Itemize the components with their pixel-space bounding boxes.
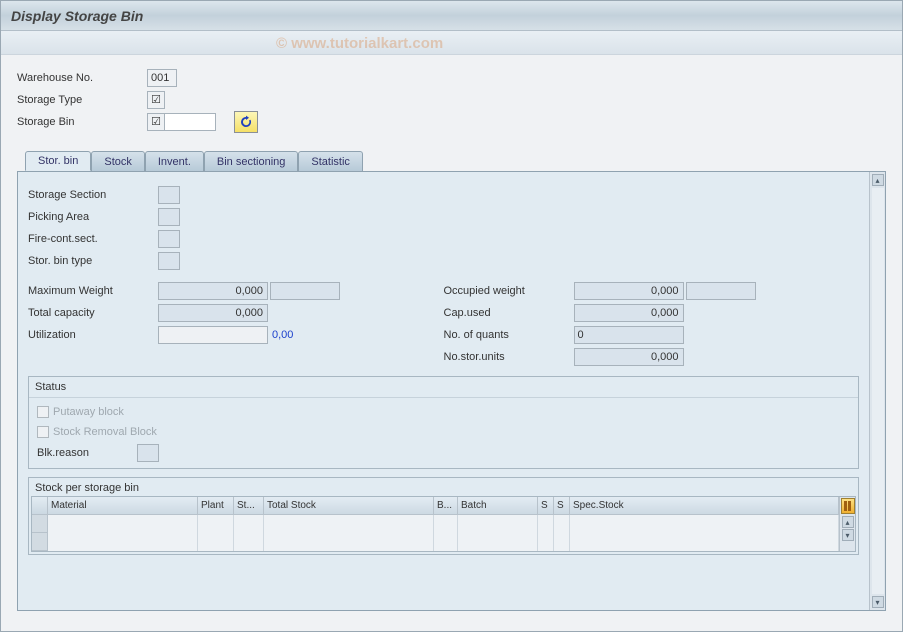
storage-bin-label: Storage Bin xyxy=(17,116,147,128)
content-area: Warehouse No. 001 Storage Type ☑ Storage… xyxy=(1,55,902,611)
row-selector[interactable] xyxy=(32,515,47,533)
stock-removal-label: Stock Removal Block xyxy=(53,426,157,438)
storage-type-field[interactable]: ☑ xyxy=(147,91,165,109)
warehouse-field[interactable]: 001 xyxy=(147,69,177,87)
scroll-track[interactable] xyxy=(872,188,884,594)
col-plant[interactable]: Plant xyxy=(198,497,234,515)
stor-bin-type-label: Stor. bin type xyxy=(28,255,158,267)
picking-area-label: Picking Area xyxy=(28,211,158,223)
cap-used-label: Cap.used xyxy=(444,307,574,319)
row-selector[interactable] xyxy=(32,533,47,551)
occupied-weight-field[interactable]: 0,000 xyxy=(574,282,684,300)
tab-statistic[interactable]: Statistic xyxy=(298,151,363,171)
blk-reason-field[interactable] xyxy=(137,444,159,462)
stock-table-title: Stock per storage bin xyxy=(31,480,856,496)
fire-cont-label: Fire-cont.sect. xyxy=(28,233,158,245)
putaway-checkbox xyxy=(37,406,49,418)
total-capacity-field[interactable]: 0,000 xyxy=(158,304,268,322)
col-material[interactable]: Material xyxy=(48,497,198,515)
tab-panel: Storage Section Picking Area Fire-cont.s… xyxy=(17,171,886,611)
tab-container: Stor. bin Stock Invent. Bin sectioning S… xyxy=(17,151,886,611)
warehouse-label: Warehouse No. xyxy=(17,72,147,84)
utilization-bar xyxy=(158,326,268,344)
refresh-button[interactable] xyxy=(234,111,258,133)
col-batch[interactable]: Batch xyxy=(458,497,538,515)
status-title: Status xyxy=(29,377,858,398)
col-total-stock[interactable]: Total Stock xyxy=(264,497,434,515)
stock-removal-checkbox xyxy=(37,426,49,438)
tab-strip: Stor. bin Stock Invent. Bin sectioning S… xyxy=(25,151,886,171)
col-st[interactable]: St... xyxy=(234,497,264,515)
table-scroll-up[interactable]: ▴ xyxy=(842,516,854,528)
no-stor-units-label: No.stor.units xyxy=(444,351,574,363)
panel-scrollbar[interactable]: ▴ ▾ xyxy=(869,172,885,610)
putaway-label: Putaway block xyxy=(53,406,124,418)
panel-content: Storage Section Picking Area Fire-cont.s… xyxy=(18,172,869,610)
col-s1[interactable]: S xyxy=(538,497,554,515)
row-selector-column xyxy=(32,497,48,551)
stor-bin-type-field[interactable] xyxy=(158,252,180,270)
col-b[interactable]: B... xyxy=(434,497,458,515)
scroll-down-button[interactable]: ▾ xyxy=(872,596,884,608)
utilization-value: 0,00 xyxy=(272,329,293,341)
max-weight-field[interactable]: 0,000 xyxy=(158,282,268,300)
storage-bin-field[interactable] xyxy=(164,113,216,131)
max-weight-label: Maximum Weight xyxy=(28,285,158,297)
titlebar: Display Storage Bin xyxy=(1,1,902,31)
cap-used-field[interactable]: 0,000 xyxy=(574,304,684,322)
blk-reason-label: Blk.reason xyxy=(37,447,137,459)
toolbar xyxy=(1,31,902,55)
stock-table: Material Plant St... Total Stock B... Ba… xyxy=(31,496,856,552)
app-window: Display Storage Bin © www.tutorialkart.c… xyxy=(0,0,903,632)
table-row xyxy=(48,515,839,533)
col-spec-stock[interactable]: Spec.Stock xyxy=(570,497,839,515)
storage-bin-check[interactable]: ☑ xyxy=(147,113,165,131)
max-weight-unit[interactable] xyxy=(270,282,340,300)
table-row xyxy=(48,533,839,551)
page-title: Display Storage Bin xyxy=(11,8,143,24)
tab-stock[interactable]: Stock xyxy=(91,151,145,171)
utilization-label: Utilization xyxy=(28,329,158,341)
picking-area-field[interactable] xyxy=(158,208,180,226)
storage-type-label: Storage Type xyxy=(17,94,147,106)
storage-section-field[interactable] xyxy=(158,186,180,204)
table-header: Material Plant St... Total Stock B... Ba… xyxy=(48,497,839,515)
no-stor-units-field[interactable]: 0,000 xyxy=(574,348,684,366)
stock-table-group: Stock per storage bin Material Plant xyxy=(28,477,859,555)
select-all-button[interactable] xyxy=(32,497,47,515)
occupied-weight-unit[interactable] xyxy=(686,282,756,300)
occupied-weight-label: Occupied weight xyxy=(444,285,574,297)
tab-stor-bin[interactable]: Stor. bin xyxy=(25,151,91,171)
scroll-up-button[interactable]: ▴ xyxy=(872,174,884,186)
table-config-button[interactable] xyxy=(841,498,855,514)
total-capacity-label: Total capacity xyxy=(28,307,158,319)
table-config-icon xyxy=(844,501,852,511)
tab-bin-sectioning[interactable]: Bin sectioning xyxy=(204,151,299,171)
table-scrollbar: ▴ ▾ xyxy=(839,497,855,551)
tab-invent[interactable]: Invent. xyxy=(145,151,204,171)
fire-cont-field[interactable] xyxy=(158,230,180,248)
status-group: Status Putaway block Stock Removal Block… xyxy=(28,376,859,469)
table-scroll-down[interactable]: ▾ xyxy=(842,529,854,541)
col-s2[interactable]: S xyxy=(554,497,570,515)
no-quants-field[interactable]: 0 xyxy=(574,326,684,344)
storage-section-label: Storage Section xyxy=(28,189,158,201)
refresh-icon xyxy=(239,115,253,129)
no-quants-label: No. of quants xyxy=(444,329,574,341)
